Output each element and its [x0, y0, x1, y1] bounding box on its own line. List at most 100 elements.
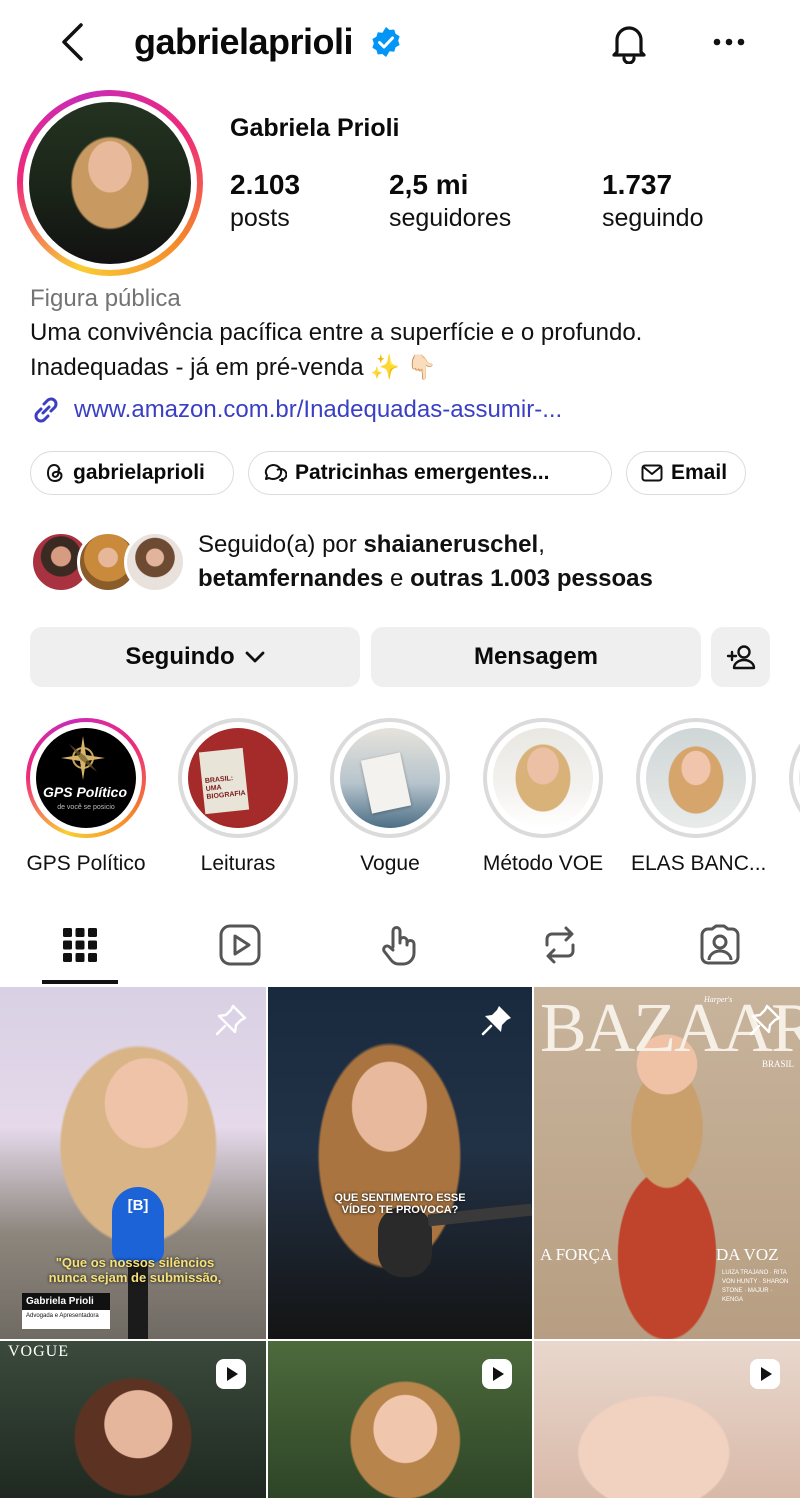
grid-post[interactable]: QUE SENTIMENTO ESSE VÍDEO TE PROVOCA? — [268, 987, 532, 1339]
broadcast-channel-chip[interactable]: Patricinhas emergentes... — [248, 451, 612, 495]
followers-count-label: seguidores — [389, 204, 512, 232]
following-count-value: 1.737 — [602, 169, 673, 200]
highlight-cover — [493, 728, 593, 828]
display-name: Gabriela Prioli — [230, 114, 400, 142]
highlight-cover: BRASIL: UMA BIOGRAFIA — [188, 728, 288, 828]
back-button[interactable] — [52, 18, 92, 66]
highlight-cover: GPS Político de você se posicio — [36, 728, 136, 828]
chevron-down-icon — [245, 651, 265, 663]
book-cover: BRASIL: UMA BIOGRAFIA — [198, 747, 250, 815]
compass-icon — [61, 736, 105, 780]
more-options-button[interactable] — [706, 18, 752, 66]
repost-icon — [545, 926, 575, 964]
highlight-leituras[interactable]: BRASIL: UMA BIOGRAFIA Leituras — [173, 718, 303, 876]
book-title: BRASIL: UMA BIOGRAFIA — [204, 775, 247, 801]
highlight-partial[interactable] — [784, 718, 800, 838]
mic-logo: [B] — [127, 1197, 149, 1214]
threads-icon — [45, 462, 65, 484]
tab-posts-grid[interactable] — [0, 905, 160, 985]
posts-count[interactable]: 2.103 posts — [230, 168, 300, 234]
threads-chip-label: gabrielaprioli — [73, 461, 205, 484]
highlight-gps-politico[interactable]: GPS Político de você se posicio GPS Polí… — [21, 718, 151, 876]
tab-reels[interactable] — [160, 905, 320, 985]
cover-names: LUIZA TRAJANO · RITA VON HUNTY · SHARON … — [722, 1270, 789, 1303]
highlight-label: ELAS BANC... — [631, 852, 767, 875]
grid-post[interactable]: [B] "Que os nossos silêncios nunca sejam… — [0, 987, 266, 1339]
pin-icon — [215, 1004, 247, 1036]
threads-chip[interactable]: gabrielaprioli — [30, 451, 234, 495]
grid-post[interactable] — [534, 1341, 800, 1498]
mutual-follower-avatar — [124, 531, 186, 593]
highlight-label: Leituras — [200, 852, 276, 875]
grid-post[interactable] — [268, 1341, 532, 1498]
highlight-label: Método VOE — [482, 852, 604, 875]
suggested-users-button[interactable] — [711, 627, 770, 687]
highlight-label: Vogue — [360, 852, 420, 875]
verified-badge-icon — [370, 26, 402, 58]
profile-content-tabs — [0, 905, 800, 985]
profile-category: Figura pública — [30, 285, 181, 312]
magazine-edition: BRASIL — [762, 1059, 795, 1069]
followers-count[interactable]: 2,5 mi seguidores — [389, 168, 511, 234]
message-button-label: Mensagem — [473, 643, 599, 670]
bio-line-1: Uma convivência pacífica entre a superfí… — [30, 319, 643, 346]
bio-link-text: www.amazon.com.br/Inadequadas-assumir-..… — [74, 396, 563, 423]
highlight-elas-banc[interactable]: ELAS BANC... — [631, 718, 767, 876]
following-button-label: Seguindo — [125, 643, 235, 670]
highlight-vogue[interactable]: Vogue — [325, 718, 455, 876]
highlight-cover — [646, 728, 746, 828]
reel-icon — [750, 1359, 780, 1389]
message-button[interactable]: Mensagem — [371, 627, 701, 687]
mutual-others: outras 1.003 pessoas — [410, 565, 653, 592]
posts-count-value: 2.103 — [230, 169, 301, 200]
post-quote: "Que os nossos silêncios nunca sejam de … — [48, 1255, 222, 1285]
book-cover — [360, 752, 412, 814]
notifications-button[interactable] — [606, 18, 652, 66]
pin-icon — [481, 1006, 511, 1036]
microphone: [B] — [112, 1187, 164, 1263]
followed-by-text[interactable]: Seguido(a) por shaianeruschel, betamfern… — [198, 528, 653, 596]
more-horizontal-icon — [713, 38, 745, 46]
cover-line-right: DA VOZ — [716, 1245, 779, 1264]
channel-chip-label: Patricinhas emergentes... — [295, 461, 550, 484]
tab-reposts[interactable] — [480, 905, 640, 985]
grid-icon — [63, 928, 97, 962]
email-chip-label: Email — [671, 461, 728, 484]
tagged-person-icon — [700, 924, 740, 965]
tap-hand-icon — [382, 926, 416, 966]
profile-avatar-story-ring[interactable] — [17, 90, 203, 276]
bell-icon — [612, 26, 646, 64]
mutual-user-1: shaianeruschel — [363, 531, 539, 558]
highlight-cover-subtitle: de você se posicio — [57, 804, 115, 811]
top-bar: gabrielaprioli — [0, 0, 800, 86]
cover-line-left: A FORÇA — [540, 1245, 613, 1264]
vogue-masthead: VOGUE — [8, 1343, 69, 1360]
following-count-label: seguindo — [602, 204, 704, 232]
tab-tagged[interactable] — [640, 905, 800, 985]
highlight-metodo-voe[interactable]: Método VOE — [478, 718, 608, 876]
grid-post[interactable]: Harper's BAZAAR BRASIL A FORÇA DA VOZ LU… — [534, 987, 800, 1339]
lower-third: Gabriela Prioli Advogada e Apresentadora — [22, 1293, 110, 1329]
bio-line-2: Inadequadas - já em pré-venda ✨ 👇🏻 — [30, 354, 437, 381]
followers-count-value: 2,5 mi — [389, 169, 469, 200]
grid-post[interactable]: VOGUE — [0, 1341, 266, 1498]
channel-chat-icon — [263, 462, 287, 484]
posts-count-label: posts — [230, 204, 290, 232]
following-button[interactable]: Seguindo — [30, 627, 360, 687]
tab-interactive[interactable] — [320, 905, 480, 985]
email-chip[interactable]: Email — [626, 451, 746, 495]
add-user-icon — [726, 645, 755, 670]
lower-third-name: Gabriela Prioli — [22, 1293, 110, 1310]
post-caption: QUE SENTIMENTO ESSE VÍDEO TE PROVOCA? — [334, 1192, 466, 1216]
highlight-cover-title: GPS Político — [42, 784, 127, 800]
reel-icon — [482, 1359, 512, 1389]
profile-username-title: gabrielaprioli — [134, 21, 354, 62]
lower-third-role: Advogada e Apresentadora — [26, 1313, 99, 1319]
chevron-left-icon — [62, 23, 83, 61]
bio-link[interactable]: www.amazon.com.br/Inadequadas-assumir-..… — [30, 392, 562, 428]
link-icon — [34, 397, 58, 423]
mutual-followers-avatars[interactable] — [30, 531, 186, 593]
following-count[interactable]: 1.737 seguindo — [602, 168, 703, 234]
followed-by-prefix: Seguido(a) por — [198, 531, 364, 558]
highlight-cover — [340, 728, 440, 828]
